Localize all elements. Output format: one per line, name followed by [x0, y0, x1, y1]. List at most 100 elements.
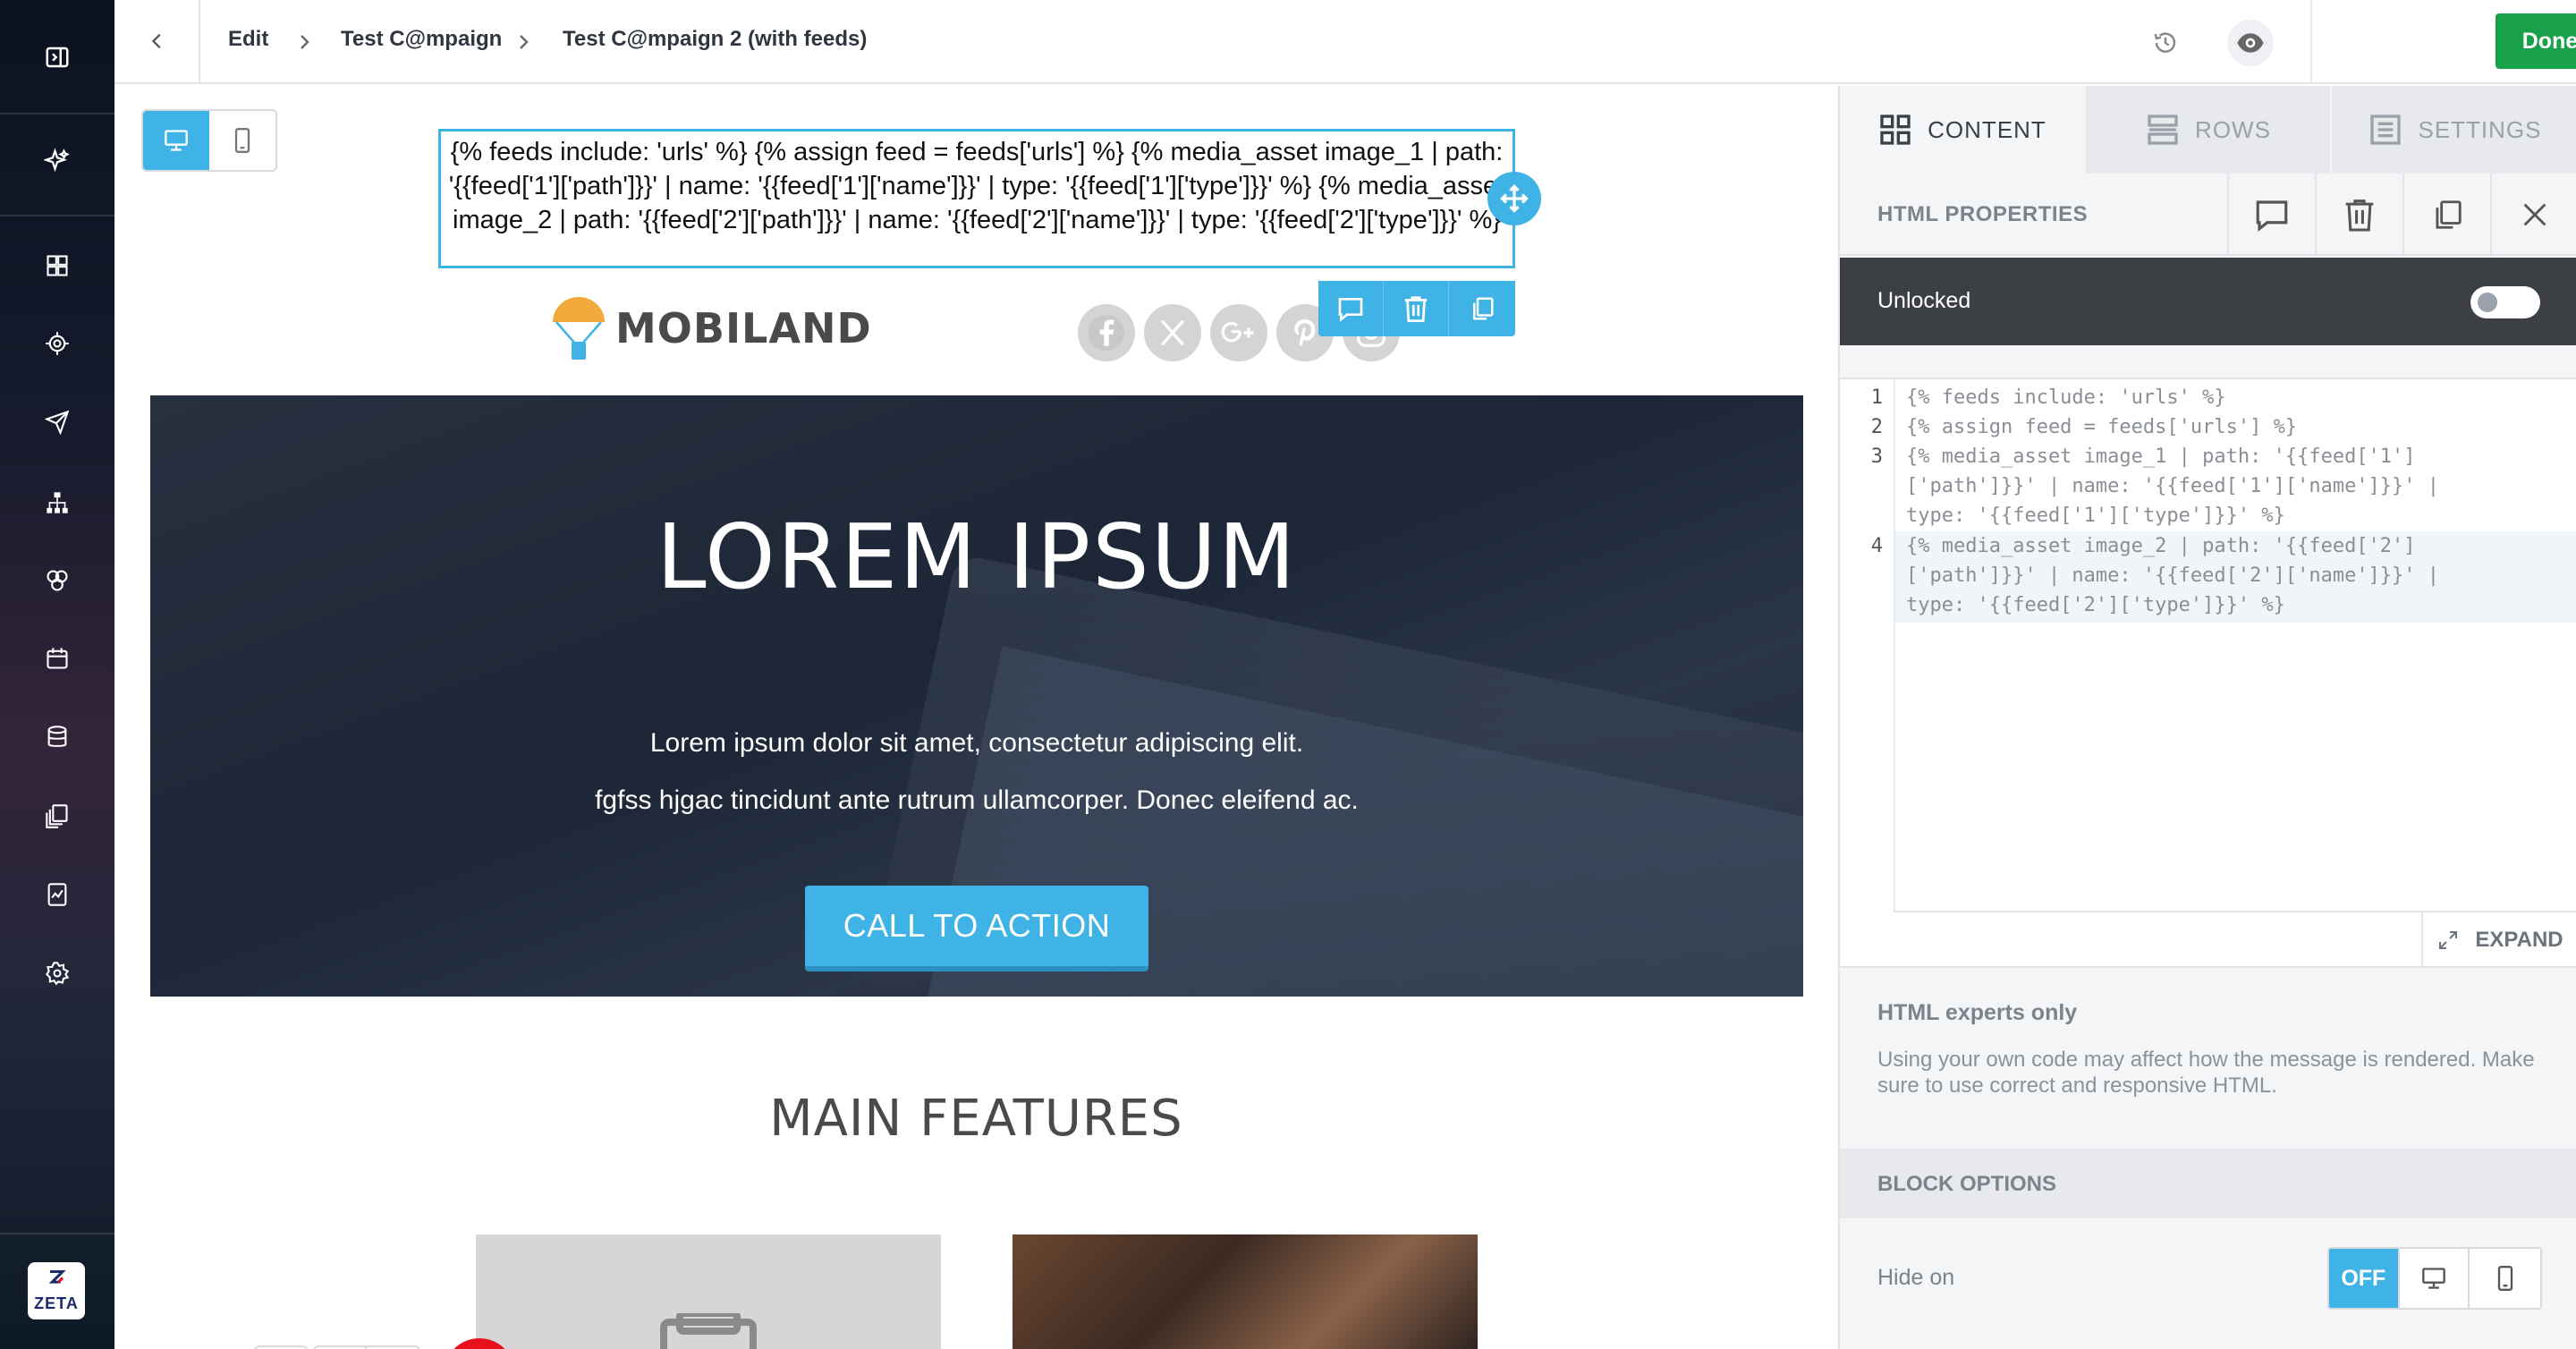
chevron-right-icon [292, 27, 318, 57]
block-options-title: BLOCK OPTIONS [1877, 1172, 2057, 1196]
comment-icon [2256, 200, 2288, 233]
hero-title: LOREM IPSUM [656, 505, 1298, 609]
close-panel-button[interactable] [2490, 174, 2576, 256]
hero-section[interactable]: LOREM IPSUM Lorem ipsum dolor sit amet, … [150, 395, 1803, 997]
html-block-selected[interactable]: {% feeds include: 'urls' %} {% assign fe… [438, 129, 1515, 268]
mobile-icon [2497, 1266, 2512, 1291]
lock-toggle[interactable] [2470, 286, 2540, 318]
comment-button[interactable] [1318, 281, 1384, 336]
segments-icon[interactable] [38, 561, 77, 600]
breadcrumb-message: Test C@mpaign 2 (with feeds) [563, 27, 868, 51]
hide-mobile-button[interactable] [2470, 1249, 2540, 1308]
editor-footer: EXPAND [1840, 912, 2576, 968]
trash-icon [2345, 199, 2374, 232]
lock-toggle-knob [2478, 293, 2497, 312]
sparkle-icon[interactable] [38, 141, 77, 181]
image-placeholder-icon [660, 1313, 757, 1349]
eye-icon[interactable] [2227, 20, 2274, 66]
top-bar: Edit Test C@mpaign Test C@mpaign 2 (with… [114, 0, 2576, 84]
code-line: {% assign feed = feeds['urls'] %} [1906, 416, 2298, 438]
desktop-view-button[interactable] [143, 111, 209, 170]
close-icon [2523, 203, 2546, 226]
tab-content-label: CONTENT [1928, 115, 2046, 143]
mobile-view-button[interactable] [209, 111, 275, 170]
done-button[interactable]: Done [2496, 13, 2576, 69]
google-plus-icon[interactable] [1210, 304, 1267, 361]
comment-button[interactable] [2227, 174, 2315, 256]
database-icon[interactable] [38, 717, 77, 757]
device-toggle [141, 109, 277, 172]
tab-content[interactable]: CONTENT [1840, 86, 2086, 174]
facebook-icon[interactable] [1078, 304, 1135, 361]
calendar-icon[interactable] [38, 639, 77, 678]
tab-settings-label: SETTINGS [2418, 115, 2542, 143]
content-library-icon[interactable] [38, 796, 77, 836]
zeta-logo-text: ZETA [34, 1294, 79, 1312]
grid-icon [1880, 115, 1911, 145]
html-properties-header: HTML PROPERTIES [1840, 174, 2576, 256]
code-line: {% media_asset image_2 | path: '{{feed['… [1906, 535, 2440, 616]
history-button[interactable] [254, 1345, 308, 1349]
line-number: 2 [1870, 416, 1883, 438]
expand-icon [2439, 931, 2458, 949]
desktop-icon [2422, 1268, 2445, 1289]
delete-block-button[interactable] [2315, 174, 2402, 256]
chevron-right-icon [511, 27, 538, 57]
hero-text-line-1: Lorem ipsum dolor sit amet, consectetur … [649, 728, 1304, 758]
hierarchy-icon[interactable] [38, 483, 77, 522]
history-icon[interactable] [2142, 20, 2189, 66]
send-icon[interactable] [38, 403, 77, 442]
move-icon[interactable] [1487, 172, 1541, 225]
properties-panel: CONTENT ROWS SETTINGS HTML PROPERTIES Un… [1838, 86, 2576, 1349]
call-to-action-button[interactable]: CALL TO ACTION [805, 886, 1148, 971]
mobiland-logo: MOBILAND [551, 295, 872, 361]
duplicate-block-button[interactable] [2402, 174, 2490, 256]
settings-list-icon [2370, 115, 2402, 145]
settings-icon[interactable] [38, 954, 77, 993]
hide-off-button[interactable]: OFF [2329, 1249, 2400, 1308]
reports-icon[interactable] [38, 875, 77, 914]
nav-separator [0, 1233, 114, 1234]
code-line: {% media_asset image_1 | path: '{{feed['… [1906, 445, 2440, 527]
left-nav: ZETA [0, 0, 114, 1349]
dashboard-icon[interactable] [38, 246, 77, 285]
tab-rows[interactable]: ROWS [2086, 86, 2332, 174]
duplicate-button[interactable] [1449, 281, 1514, 336]
panel-tabs: CONTENT ROWS SETTINGS [1840, 86, 2576, 174]
undo-button[interactable] [313, 1345, 367, 1349]
delete-button[interactable] [1384, 281, 1449, 336]
html-experts-text: Using your own code may affect how the m… [1877, 1048, 2535, 1098]
breadcrumb-edit[interactable]: Edit [228, 27, 268, 52]
feature-image-placeholder[interactable] [476, 1234, 941, 1349]
copy-icon [2436, 200, 2462, 229]
expand-button[interactable]: EXPAND [2421, 912, 2576, 968]
features-title: MAIN FEATURES [769, 1090, 1183, 1148]
block-options-header: BLOCK OPTIONS [1840, 1149, 2576, 1218]
redo-button[interactable] [367, 1345, 420, 1349]
feature-image-headphones[interactable] [1013, 1234, 1478, 1349]
sidebar-toggle-icon[interactable] [38, 38, 77, 77]
rows-icon [2148, 115, 2178, 145]
line-number: 1 [1870, 386, 1883, 409]
html-properties-title: HTML PROPERTIES [1877, 202, 2089, 226]
hide-on-label: Hide on [1877, 1265, 1955, 1290]
line-number: 4 [1870, 535, 1883, 557]
nav-separator [0, 113, 114, 115]
x-icon[interactable] [1144, 304, 1201, 361]
code-line: {% feeds include: 'urls' %} [1906, 386, 2226, 409]
html-code-editor[interactable]: 1 2 3 4 {% feeds include: 'urls' %} {% a… [1840, 378, 2576, 912]
back-button[interactable] [134, 18, 181, 64]
lock-label: Unlocked [1877, 288, 1971, 313]
top-bar-divider [199, 0, 200, 84]
html-experts-title: HTML experts only [1877, 1000, 2078, 1025]
target-icon[interactable] [38, 324, 77, 363]
tab-settings[interactable]: SETTINGS [2332, 86, 2576, 174]
hide-desktop-button[interactable] [2400, 1249, 2470, 1308]
zeta-logo[interactable]: ZETA [28, 1262, 85, 1319]
top-bar-divider [2310, 0, 2312, 84]
logo-text: MOBILAND [615, 304, 872, 352]
line-number: 3 [1870, 445, 1883, 468]
lock-bar: Unlocked [1840, 258, 2576, 345]
breadcrumb-campaign[interactable]: Test C@mpaign [341, 27, 502, 52]
parachute-icon [553, 297, 605, 360]
